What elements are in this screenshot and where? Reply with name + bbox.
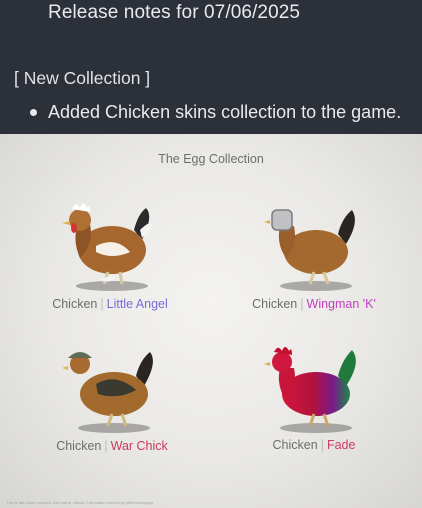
bullet-icon: [30, 109, 37, 116]
skin-card-fade[interactable]: Chicken | Fade: [214, 330, 414, 460]
release-notes-section-heading: [ New Collection ]: [14, 68, 151, 88]
skin-card-wingman-k[interactable]: Chicken | Wingman 'K': [214, 186, 414, 316]
skin-name: War Chick: [110, 439, 168, 453]
skin-caption-wingman-k: Chicken | Wingman 'K': [214, 297, 414, 311]
release-notes-item: Added Chicken skins collection to the ga…: [30, 102, 401, 123]
caption-separator: |: [100, 297, 104, 311]
skin-base-label: Chicken: [252, 297, 298, 311]
caption-separator: |: [320, 438, 324, 452]
skin-card-war-chick[interactable]: Chicken | War Chick: [12, 330, 212, 460]
release-notes-panel: Release notes for 07/06/2025 [ New Colle…: [0, 0, 422, 134]
release-notes-item-text: Added Chicken skins collection to the ga…: [48, 102, 402, 122]
skin-base-label: Chicken: [56, 439, 102, 453]
collection-title: The Egg Collection: [158, 152, 264, 166]
chicken-little-angel-icon: [62, 203, 154, 291]
skin-name: Wingman 'K': [306, 297, 376, 311]
skin-name: Fade: [326, 438, 356, 452]
chicken-fade-icon: [264, 347, 356, 433]
chicken-wingman-k-icon: [264, 209, 355, 291]
skin-caption-war-chick: Chicken | War Chick: [12, 439, 212, 453]
skin-card-little-angel[interactable]: Chicken | Little Angel: [10, 186, 210, 316]
caption-separator: |: [300, 297, 304, 311]
skin-base-label: Chicken: [272, 438, 318, 452]
collection-poster: The Egg Collection Chicken | Little Angel: [0, 134, 422, 508]
caption-separator: |: [104, 439, 108, 453]
poster-footnote: This is fan-made concept. Not real or of…: [6, 500, 153, 505]
skin-name: Little Angel: [106, 297, 168, 311]
skin-caption-fade: Chicken | Fade: [214, 438, 414, 452]
chicken-war-chick-icon: [62, 352, 153, 433]
skin-caption-little-angel: Chicken | Little Angel: [10, 297, 210, 311]
release-notes-title: Release notes for 07/06/2025: [48, 2, 301, 23]
skin-base-label: Chicken: [52, 297, 98, 311]
